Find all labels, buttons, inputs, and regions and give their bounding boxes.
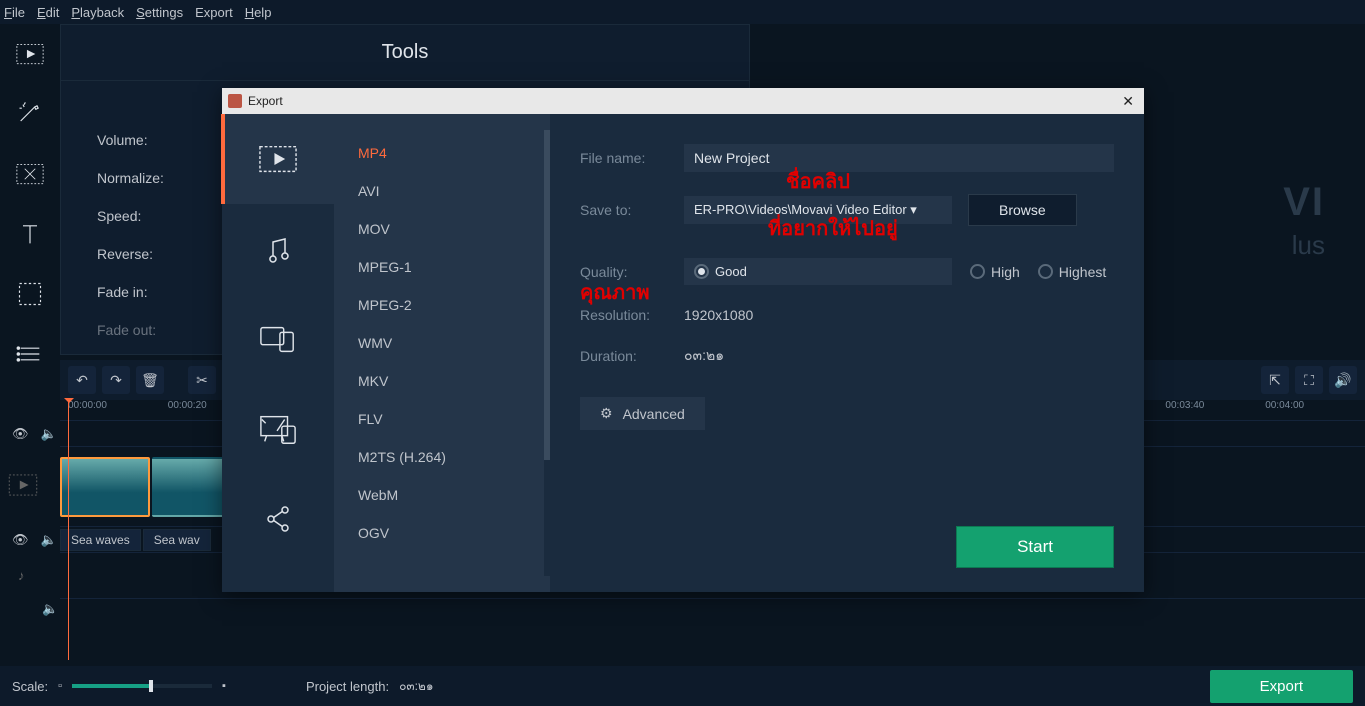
tool-stickers-icon[interactable] xyxy=(0,264,60,324)
category-audio[interactable] xyxy=(222,204,334,294)
saveto-select[interactable]: ER-PRO\Videos\Movavi Video Editor ▾ xyxy=(684,196,952,224)
format-wmv[interactable]: WMV xyxy=(334,324,550,362)
delete-button[interactable]: 🗑 xyxy=(136,366,164,394)
duration-value: ๐๓:๒๑ xyxy=(684,345,724,367)
tool-media-icon[interactable] xyxy=(0,24,60,84)
speaker-icon[interactable]: 🔈 xyxy=(41,426,57,442)
dialog-title: Export xyxy=(248,94,283,108)
preview-watermark-2: lus xyxy=(1292,230,1325,261)
speaker-icon[interactable]: 🔈 xyxy=(41,532,57,548)
tools-panel-title: Tools xyxy=(61,25,749,80)
advanced-button[interactable]: ⚙ Advanced xyxy=(580,397,705,430)
start-button[interactable]: Start xyxy=(956,526,1114,568)
menu-help[interactable]: Help xyxy=(245,5,272,20)
category-share[interactable] xyxy=(222,474,334,564)
category-video[interactable] xyxy=(222,114,334,204)
format-webm[interactable]: WebM xyxy=(334,476,550,514)
format-m2ts[interactable]: M2TS (H.264) xyxy=(334,438,550,476)
eye-icon[interactable]: 👁 xyxy=(12,426,29,442)
app-icon xyxy=(228,94,242,108)
format-ogv[interactable]: OGV xyxy=(334,514,550,552)
browse-button[interactable]: Browse xyxy=(968,194,1077,226)
undo-button[interactable]: ↶ xyxy=(68,366,96,394)
clip-2-label[interactable]: Sea wav xyxy=(143,529,211,551)
close-icon[interactable]: ✕ xyxy=(1118,93,1138,110)
menu-settings[interactable]: Settings xyxy=(136,5,183,20)
tool-filters-icon[interactable] xyxy=(0,84,60,144)
left-toolstrip xyxy=(0,24,60,384)
gear-icon: ⚙ xyxy=(600,405,613,422)
zoom-in-icon[interactable]: ▪ xyxy=(222,680,226,692)
cut-button[interactable]: ✂ xyxy=(188,366,216,394)
category-devices[interactable] xyxy=(222,294,334,384)
clip-1[interactable] xyxy=(60,457,150,517)
project-length-value: ๐๓:๒๑ xyxy=(399,677,433,696)
filename-label: File name: xyxy=(580,150,668,166)
export-settings: File name: Save to: ER-PRO\Videos\Movavi… xyxy=(550,114,1144,592)
speaker-icon[interactable]: 🔈 xyxy=(4,601,60,617)
playhead[interactable] xyxy=(68,400,69,660)
tool-titles-icon[interactable] xyxy=(0,204,60,264)
quality-high-radio[interactable]: High xyxy=(970,264,1020,280)
menu-bar: FFileile Edit Playback Settings Export H… xyxy=(0,0,1365,24)
menu-edit[interactable]: Edit xyxy=(37,5,59,20)
saveto-label: Save to: xyxy=(580,202,668,218)
category-tv[interactable] xyxy=(222,384,334,474)
format-mkv[interactable]: MKV xyxy=(334,362,550,400)
format-avi[interactable]: AVI xyxy=(334,172,550,210)
quality-good-radio[interactable]: Good xyxy=(684,258,952,285)
format-flv[interactable]: FLV xyxy=(334,400,550,438)
export-dialog: Export ✕ MP4 AVI MOV MPEG- xyxy=(222,88,1144,592)
menu-playback[interactable]: Playback xyxy=(71,5,124,20)
menu-export[interactable]: Export xyxy=(195,5,233,20)
filename-input[interactable] xyxy=(684,144,1114,172)
quality-highest-radio[interactable]: Highest xyxy=(1038,264,1106,280)
redo-button[interactable]: ↷ xyxy=(102,366,130,394)
format-mov[interactable]: MOV xyxy=(334,210,550,248)
zoom-out-icon[interactable]: ▫ xyxy=(58,680,62,692)
bottom-bar: Scale: ▫ ▪ Project length: ๐๓:๒๑ Export xyxy=(0,666,1365,706)
resolution-value: 1920x1080 xyxy=(684,307,753,323)
tool-transitions-icon[interactable] xyxy=(0,144,60,204)
format-list: MP4 AVI MOV MPEG-1 MPEG-2 WMV MKV FLV M2… xyxy=(334,114,550,592)
eye-icon[interactable]: 👁 xyxy=(12,532,29,548)
volume-icon[interactable]: 🔊 xyxy=(1329,366,1357,394)
category-column xyxy=(222,114,334,592)
preview-watermark-1: VI xyxy=(1283,180,1325,225)
tool-more-icon[interactable] xyxy=(0,324,60,384)
fullscreen-icon[interactable]: ⛶ xyxy=(1295,366,1323,394)
format-mpeg1[interactable]: MPEG-1 xyxy=(334,248,550,286)
scale-slider[interactable] xyxy=(72,684,212,688)
resolution-label: Resolution: xyxy=(580,307,668,323)
clip-1-label[interactable]: Sea waves xyxy=(60,529,141,551)
dialog-titlebar[interactable]: Export ✕ xyxy=(222,88,1144,114)
quality-label: Quality: xyxy=(580,264,668,280)
scale-label: Scale: xyxy=(12,679,48,694)
format-mp4[interactable]: MP4 xyxy=(334,134,550,172)
popout-icon[interactable]: ⇱ xyxy=(1261,366,1289,394)
duration-label: Duration: xyxy=(580,348,668,364)
project-length-label: Project length: xyxy=(306,679,389,694)
format-mpeg2[interactable]: MPEG-2 xyxy=(334,286,550,324)
menu-file[interactable]: FFileile xyxy=(4,5,25,20)
export-button[interactable]: Export xyxy=(1210,670,1353,703)
